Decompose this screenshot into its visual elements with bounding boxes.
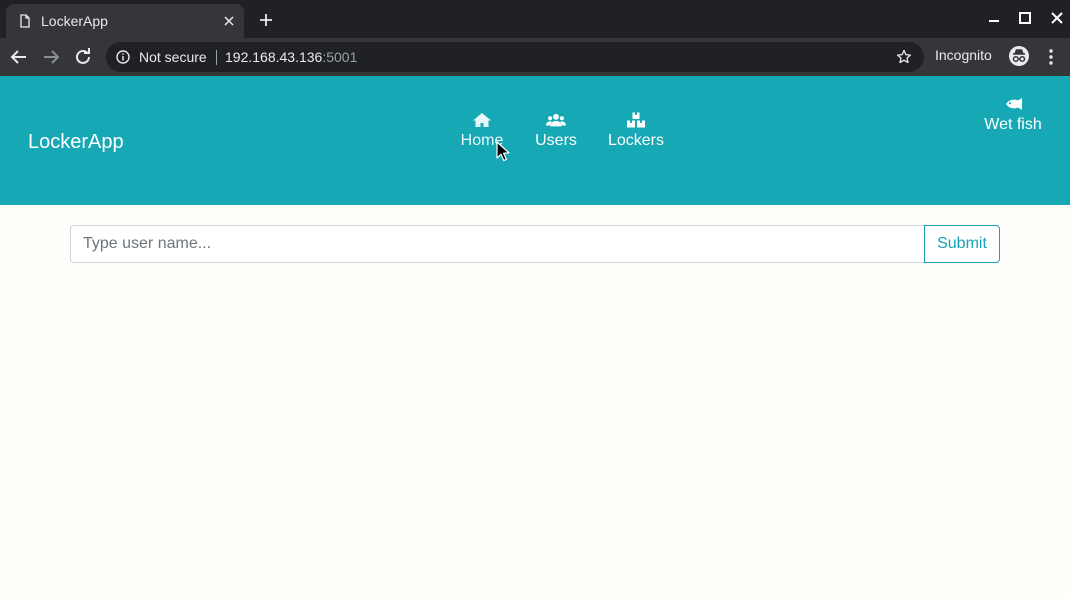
browser-toolbar: Not secure 192.168.43.136:5001 Incognito	[0, 38, 1070, 76]
brand-logo[interactable]: LockerApp	[28, 131, 124, 154]
user-name-label: Wet fish	[984, 116, 1042, 133]
url-port: :5001	[322, 49, 358, 65]
user-menu[interactable]: Wet fish	[982, 96, 1044, 134]
incognito-label: Incognito	[935, 47, 992, 63]
nav-link-label: Lockers	[607, 132, 665, 149]
back-icon[interactable]	[10, 48, 28, 66]
reload-icon[interactable]	[74, 48, 92, 66]
nav-link-lockers[interactable]: Lockers	[606, 112, 666, 150]
url-text[interactable]: 192.168.43.136:5001	[225, 49, 357, 65]
security-label[interactable]: Not secure	[139, 49, 207, 65]
close-tab-icon[interactable]	[222, 14, 236, 28]
forward-icon[interactable]	[42, 48, 60, 66]
fish-icon	[1006, 98, 1022, 110]
incognito-icon[interactable]	[1008, 45, 1030, 67]
user-name-input[interactable]	[70, 225, 925, 263]
home-icon	[473, 113, 491, 127]
address-bar[interactable]: Not secure 192.168.43.136:5001	[106, 42, 924, 72]
url-host: 192.168.43.136	[225, 49, 323, 65]
tab-title: LockerApp	[41, 13, 108, 29]
new-tab-icon[interactable]	[258, 12, 274, 28]
submit-button[interactable]: Submit	[924, 225, 1000, 263]
browser-tab-strip: LockerApp	[0, 0, 1070, 38]
minimize-icon[interactable]	[986, 10, 1002, 26]
document-icon	[20, 14, 30, 28]
bookmark-star-icon[interactable]	[896, 49, 912, 65]
users-icon	[546, 113, 566, 127]
omnibox-divider	[216, 50, 217, 65]
mouse-cursor-icon	[496, 141, 510, 162]
nav-link-label: Users	[535, 132, 577, 149]
info-icon[interactable]	[116, 50, 130, 64]
close-window-icon[interactable]	[1049, 10, 1065, 26]
app-navbar: LockerApp Home Users Lockers Wet fish	[0, 76, 1070, 205]
menu-dots-icon[interactable]	[1046, 48, 1056, 66]
browser-tab[interactable]: LockerApp	[6, 4, 244, 38]
maximize-icon[interactable]	[1017, 10, 1033, 26]
nav-link-users[interactable]: Users	[534, 112, 578, 150]
boxes-icon	[627, 112, 645, 128]
